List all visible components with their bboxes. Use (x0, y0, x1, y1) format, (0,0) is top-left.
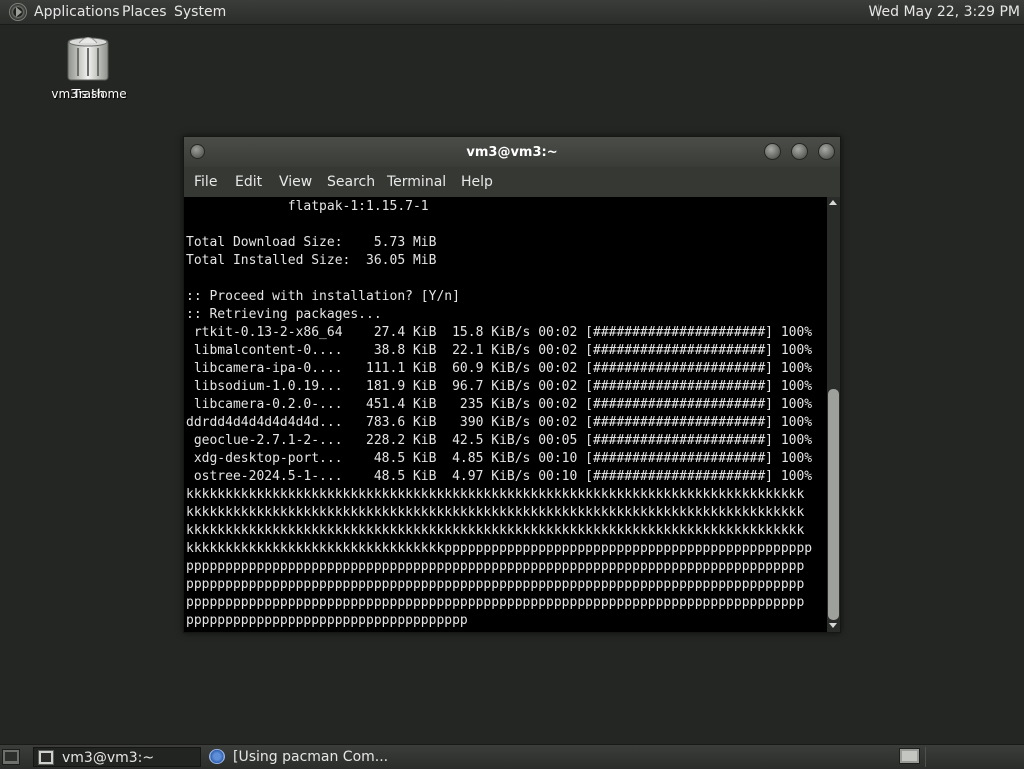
window-titlebar[interactable]: vm3@vm3:~ (184, 137, 840, 167)
terminal-line: pppppppppppppppppppppppppppppppppppppppp… (186, 559, 805, 574)
scroll-thumb[interactable] (828, 389, 839, 620)
terminal-line: kkkkkkkkkkkkkkkkkkkkkkkkkkkkkkkkkppppppp… (186, 541, 813, 556)
terminal-line: flatpak-1:1.15.7-1 (186, 199, 429, 214)
menu-help[interactable]: Help (461, 167, 493, 197)
terminal-line: Total Download Size: 5.73 MiB (186, 235, 437, 250)
terminal-menubar: File Edit View Search Terminal Help (184, 167, 840, 197)
terminal-line: libcamera-ipa-0.... 111.1 KiB 60.9 KiB/s… (186, 361, 813, 376)
terminal-line: ostree-2024.5-1-... 48.5 KiB 4.97 KiB/s … (186, 469, 813, 484)
menu-edit[interactable]: Edit (235, 167, 262, 197)
terminal-window: vm3@vm3:~ File Edit View Search Terminal… (183, 136, 841, 633)
terminal-line: pppppppppppppppppppppppppppppppppppppppp… (186, 595, 805, 610)
applications-menu[interactable]: Applications (34, 0, 120, 24)
taskbar-item-label: vm3@vm3:~ (62, 750, 155, 766)
window-title: vm3@vm3:~ (466, 145, 558, 160)
terminal-line: kkkkkkkkkkkkkkkkkkkkkkkkkkkkkkkkkkkkkkkk… (186, 505, 805, 520)
bottom-panel: vm3@vm3:~ [Using pacman Com... (0, 744, 1024, 769)
show-desktop-button[interactable] (2, 749, 20, 765)
terminal-line: rtkit-0.13-2-x86_64 27.4 KiB 15.8 KiB/s … (186, 325, 813, 340)
terminal-line: pppppppppppppppppppppppppppppppppppppppp… (186, 577, 805, 592)
terminal-text: flatpak-1:1.15.7-1 Total Download Size: … (186, 198, 812, 630)
desktop-icon-trash[interactable]: vm3's Home Trash (46, 32, 132, 104)
menu-terminal[interactable]: Terminal (387, 167, 446, 197)
system-menu[interactable]: System (174, 0, 226, 24)
terminal-line: ddrdd4d4d4d4d4d4d... 783.6 KiB 390 KiB/s… (186, 415, 813, 430)
terminal-line: Total Installed Size: 36.05 MiB (186, 253, 437, 268)
scroll-up-arrow-icon[interactable] (829, 200, 837, 205)
top-panel: Applications Places System Wed May 22, 3… (0, 0, 1024, 25)
panel-separator (925, 747, 926, 767)
maximize-button[interactable] (791, 143, 808, 160)
places-menu[interactable]: Places (122, 0, 167, 24)
scroll-down-arrow-icon[interactable] (829, 623, 837, 628)
clock[interactable]: Wed May 22, 3:29 PM (869, 0, 1021, 24)
terminal-icon (38, 750, 54, 765)
terminal-line: pppppppppppppppppppppppppppppppppppp (186, 613, 468, 628)
trash-icon (67, 37, 109, 81)
taskbar-item-label: [Using pacman Com... (233, 749, 389, 765)
terminal-line: xdg-desktop-port... 48.5 KiB 4.85 KiB/s … (186, 451, 813, 466)
minimize-button[interactable] (764, 143, 781, 160)
menu-search[interactable]: Search (327, 167, 375, 197)
terminal-output[interactable]: flatpak-1:1.15.7-1 Total Download Size: … (184, 197, 827, 632)
terminal-scrollbar[interactable] (827, 197, 840, 632)
taskbar-item-terminal[interactable]: vm3@vm3:~ (33, 747, 201, 767)
browser-icon (209, 749, 225, 764)
menu-view[interactable]: View (279, 167, 312, 197)
terminal-line: libmalcontent-0.... 38.8 KiB 22.1 KiB/s … (186, 343, 813, 358)
terminal-line: :: Proceed with installation? [Y/n] (186, 289, 460, 304)
workspace-switcher[interactable] (899, 748, 920, 764)
terminal-line: libsodium-1.0.19... 181.9 KiB 96.7 KiB/s… (186, 379, 813, 394)
applications-logo-icon[interactable] (9, 3, 27, 21)
terminal-line: kkkkkkkkkkkkkkkkkkkkkkkkkkkkkkkkkkkkkkkk… (186, 523, 805, 538)
menu-file[interactable]: File (194, 167, 217, 197)
terminal-line: :: Retrieving packages... (186, 307, 382, 322)
terminal-line: kkkkkkkkkkkkkkkkkkkkkkkkkkkkkkkkkkkkkkkk… (186, 487, 805, 502)
terminal-line: geoclue-2.7.1-2-... 228.2 KiB 42.5 KiB/s… (186, 433, 813, 448)
close-button[interactable] (818, 143, 835, 160)
terminal-line: libcamera-0.2.0-... 451.4 KiB 235 KiB/s … (186, 397, 813, 412)
trash-icon-label: Trash (73, 87, 105, 101)
taskbar-item-browser[interactable]: [Using pacman Com... (205, 747, 389, 767)
